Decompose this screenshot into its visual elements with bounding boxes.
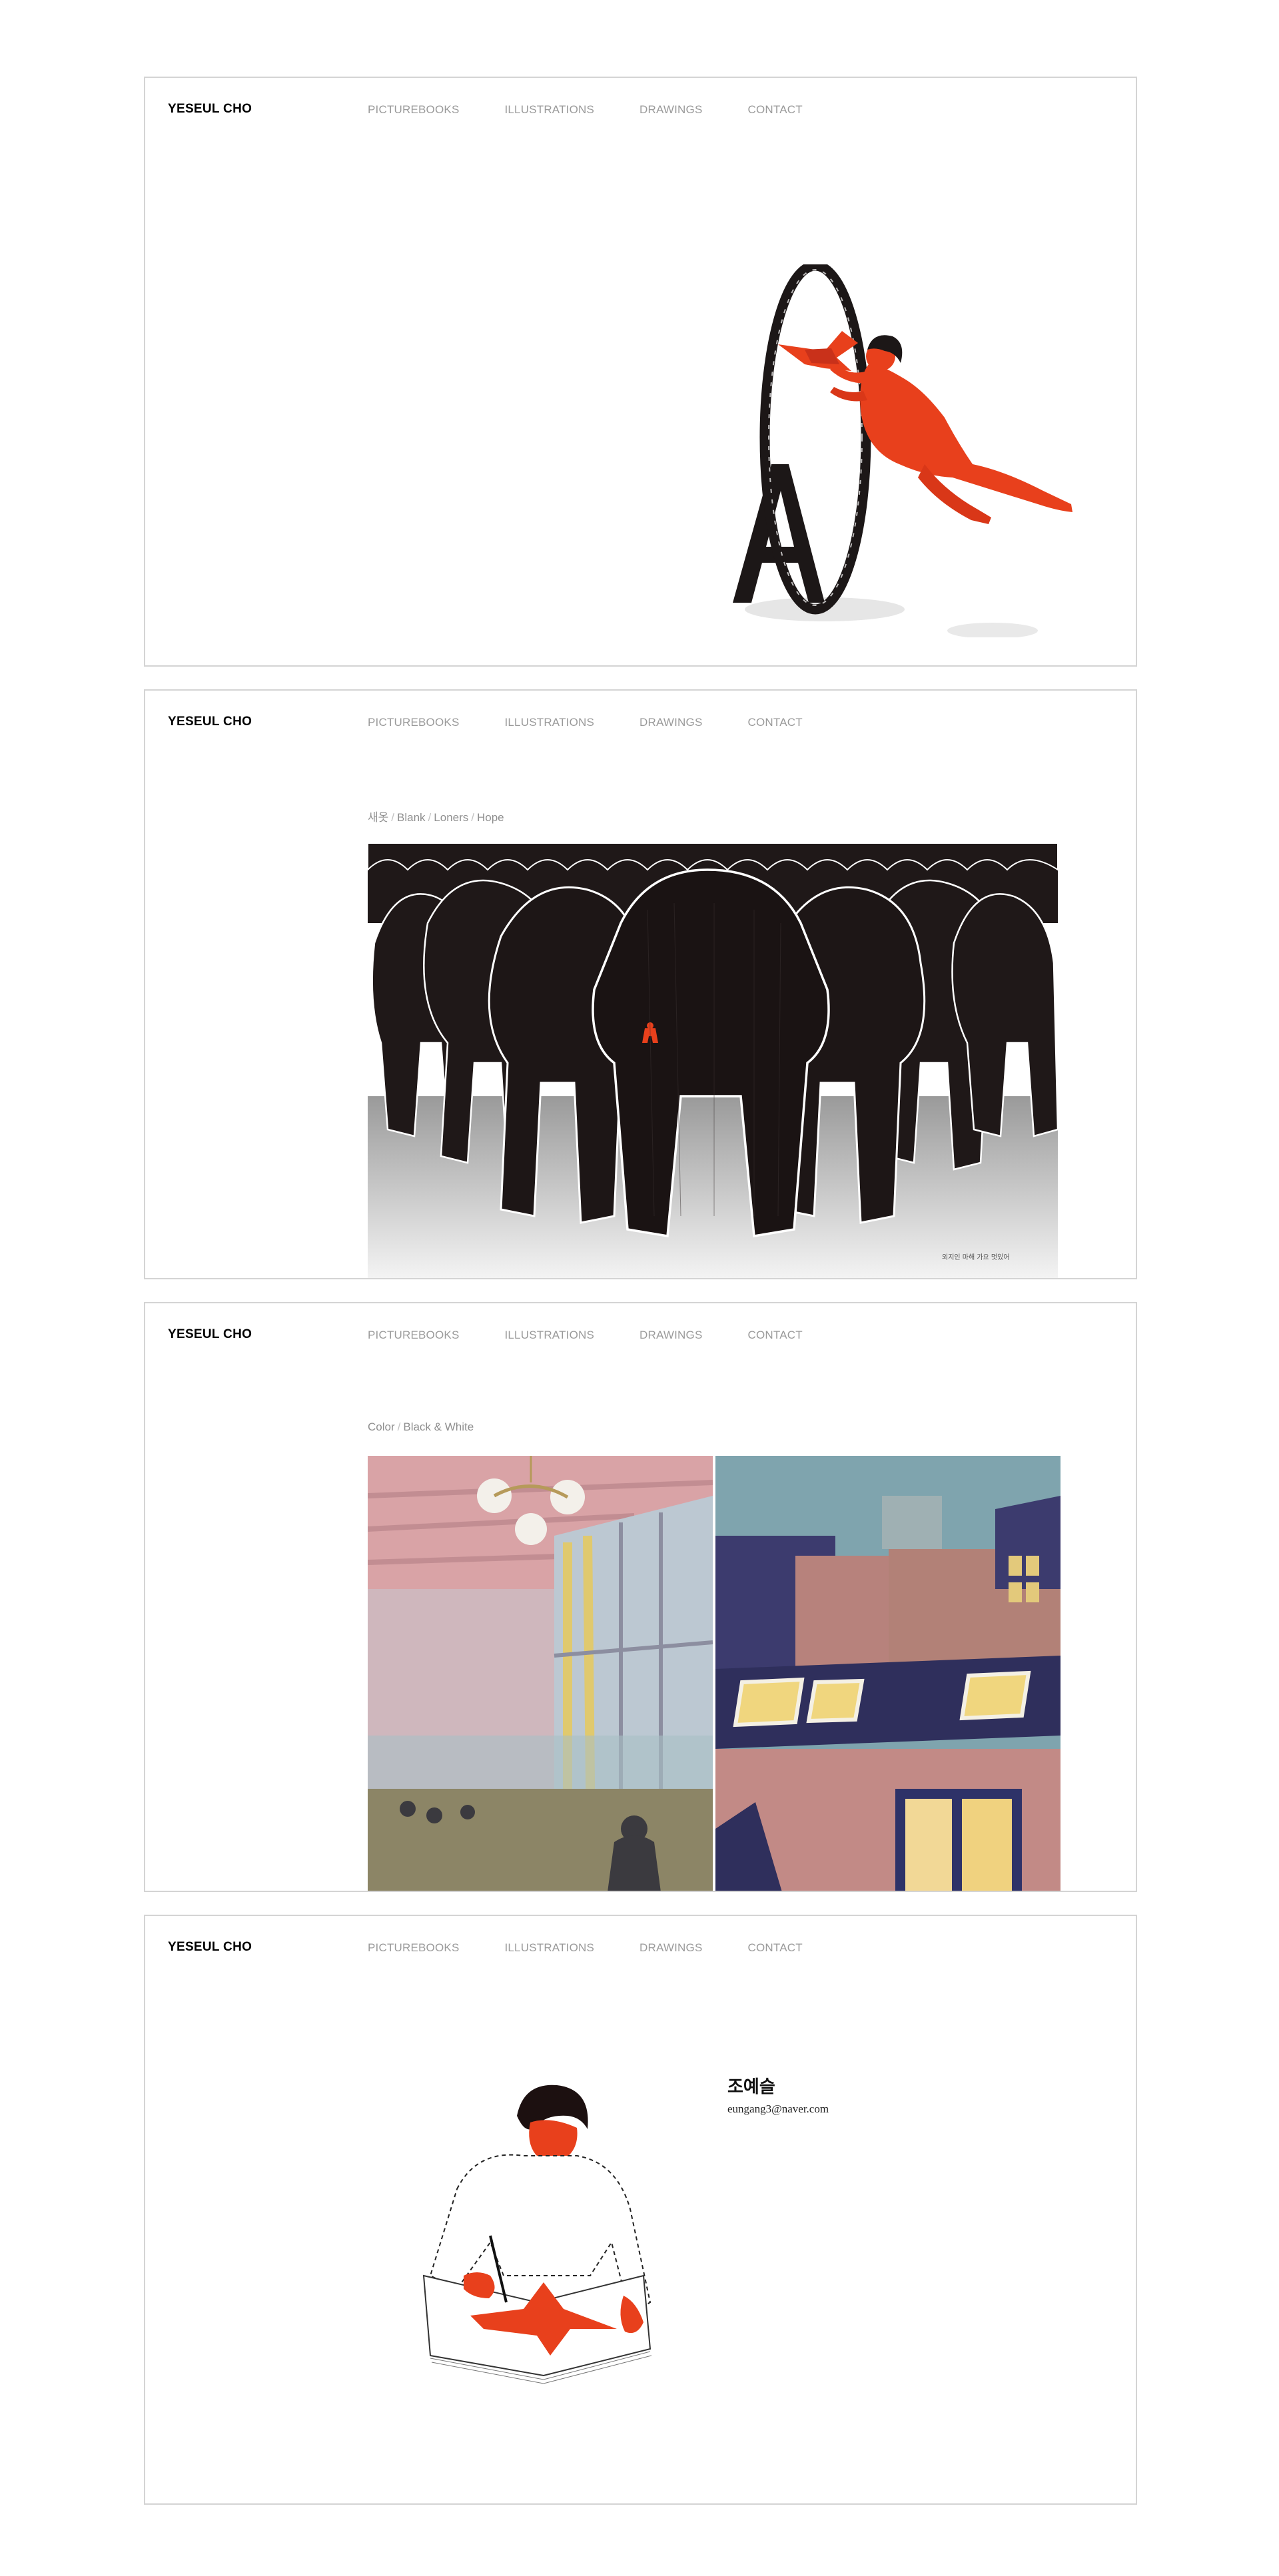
contact-email-link[interactable]: eungang3@naver.com	[727, 2102, 829, 2116]
brand-logo[interactable]: YESEUL CHO	[168, 1327, 252, 1342]
tab-separator: /	[397, 1421, 401, 1433]
picturebooks-panel: YESEUL CHO PICTUREBOOKS ILLUSTRATIONS DR…	[144, 689, 1137, 1279]
tab-black-white[interactable]: Black & White	[403, 1421, 474, 1433]
tab-hope[interactable]: Hope	[477, 811, 504, 824]
nav-drawings[interactable]: DRAWINGS	[640, 716, 702, 729]
nav-illustrations[interactable]: ILLUSTRATIONS	[504, 716, 594, 729]
contact-name: 조예슬	[727, 2077, 775, 2097]
nav-illustrations[interactable]: ILLUSTRATIONS	[504, 1941, 594, 1955]
loners-illustration[interactable]: 외지인 마해 가요 멋있어	[368, 843, 1058, 1278]
contact-panel: YESEUL CHO PICTUREBOOKS ILLUSTRATIONS DR…	[144, 1915, 1137, 2505]
illustration-caption: 외지인 마해 가요 멋있어	[942, 1253, 1010, 1261]
home-panel: YESEUL CHO PICTUREBOOKS ILLUSTRATIONS DR…	[144, 77, 1137, 667]
nav-contact[interactable]: CONTACT	[748, 1329, 803, 1342]
drawing-person-illustration	[417, 2076, 670, 2396]
nav-drawings[interactable]: DRAWINGS	[640, 1329, 702, 1342]
brand-logo[interactable]: YESEUL CHO	[168, 102, 252, 117]
mirror-woman-illustration	[733, 264, 1072, 637]
nav-picturebooks[interactable]: PICTUREBOOKS	[368, 1329, 459, 1342]
nav-illustrations[interactable]: ILLUSTRATIONS	[504, 1329, 594, 1342]
main-nav: PICTUREBOOKS ILLUSTRATIONS DRAWINGS CONT…	[368, 716, 848, 729]
nav-drawings[interactable]: DRAWINGS	[640, 103, 702, 117]
tab-saeot[interactable]: 새옷	[368, 811, 388, 824]
tab-separator: /	[391, 811, 395, 824]
main-nav: PICTUREBOOKS ILLUSTRATIONS DRAWINGS CONT…	[368, 1941, 848, 1955]
drawing-tabs: Color / Black & White	[368, 1421, 474, 1434]
nav-picturebooks[interactable]: PICTUREBOOKS	[368, 1941, 459, 1955]
tab-loners[interactable]: Loners	[434, 811, 468, 824]
crowd-illustration: 외지인 마해 가요 멋있어	[368, 843, 1058, 1278]
brand-logo[interactable]: YESEUL CHO	[168, 715, 252, 729]
picturebook-tabs: 새옷 / Blank / Loners / Hope	[368, 808, 504, 824]
nav-illustrations[interactable]: ILLUSTRATIONS	[504, 103, 594, 117]
tab-separator: /	[471, 811, 474, 824]
drawings-panel: YESEUL CHO PICTUREBOOKS ILLUSTRATIONS DR…	[144, 1302, 1137, 1892]
nav-picturebooks[interactable]: PICTUREBOOKS	[368, 103, 459, 117]
cafe-painting[interactable]	[368, 1456, 713, 1891]
hero-illustration	[725, 264, 1124, 637]
main-nav: PICTUREBOOKS ILLUSTRATIONS DRAWINGS CONT…	[368, 1329, 848, 1342]
nav-contact[interactable]: CONTACT	[748, 716, 803, 729]
nav-contact[interactable]: CONTACT	[748, 103, 803, 117]
tab-color[interactable]: Color	[368, 1421, 395, 1433]
nav-drawings[interactable]: DRAWINGS	[640, 1941, 702, 1955]
nav-contact[interactable]: CONTACT	[748, 1941, 803, 1955]
rooftop-painting[interactable]	[715, 1456, 1061, 1891]
tab-separator: /	[428, 811, 432, 824]
tab-blank[interactable]: Blank	[397, 811, 426, 824]
brand-logo[interactable]: YESEUL CHO	[168, 1940, 252, 1955]
nav-picturebooks[interactable]: PICTUREBOOKS	[368, 716, 459, 729]
main-nav: PICTUREBOOKS ILLUSTRATIONS DRAWINGS CONT…	[368, 103, 848, 117]
